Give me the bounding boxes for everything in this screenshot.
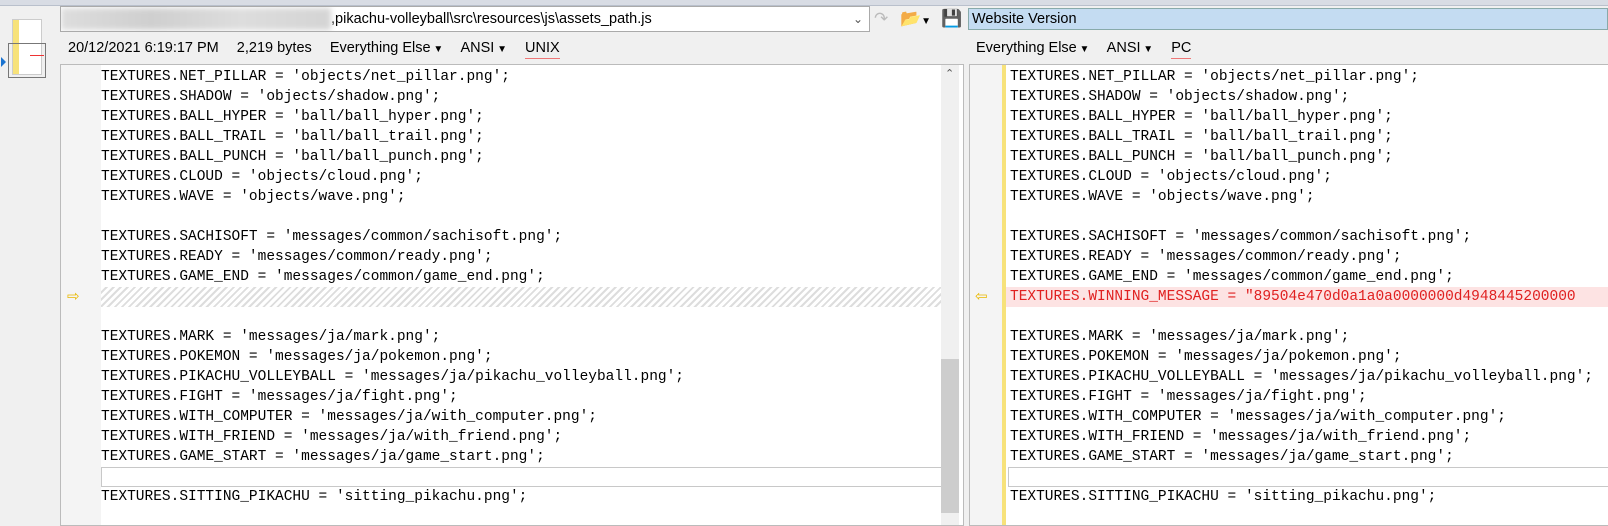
encoding-dropdown[interactable]: ANSI [1107, 40, 1154, 56]
file-size: 2,219 bytes [236, 40, 312, 56]
cursor-line [101, 467, 945, 487]
code-line[interactable]: TEXTURES.SHADOW = 'objects/shadow.png'; [1010, 87, 1349, 107]
code-line[interactable]: TEXTURES.WAVE = 'objects/wave.png'; [101, 187, 406, 207]
code-line[interactable]: TEXTURES.GAME_END = 'messages/common/gam… [101, 267, 545, 287]
encoding-dropdown[interactable]: ANSI [460, 40, 507, 56]
code-line[interactable]: TEXTURES.READY = 'messages/common/ready.… [1010, 247, 1402, 267]
code-line[interactable]: TEXTURES.NET_PILLAR = 'objects/net_pilla… [1010, 67, 1419, 87]
file-date: 20/12/2021 6:19:17 PM [68, 40, 219, 56]
code-line[interactable]: TEXTURES.CLOUD = 'objects/cloud.png'; [101, 167, 423, 187]
code-line[interactable]: TEXTURES.GAME_START = 'messages/ja/game_… [1010, 447, 1454, 467]
code-line[interactable]: TEXTURES.NET_PILLAR = 'objects/net_pilla… [101, 67, 510, 87]
save-icon[interactable]: 💾 [941, 9, 962, 29]
left-path-field[interactable]: ,pikachu-volleyball\src\resources\js\ass… [60, 6, 870, 32]
line-endings[interactable]: PC [1171, 40, 1192, 59]
code-line[interactable]: TEXTURES.POKEMON = 'messages/ja/pokemon.… [101, 347, 493, 367]
code-line[interactable]: TEXTURES.BALL_TRAIL = 'ball/ball_trail.p… [101, 127, 484, 147]
right-info-bar: Everything Else ANSI PC [976, 38, 1205, 60]
left-info-bar: 20/12/2021 6:19:17 PM 2,219 bytes Everyt… [68, 38, 574, 60]
code-line[interactable]: TEXTURES.WINNING_MESSAGE = "89504e470d0a… [1010, 287, 1576, 307]
code-line[interactable]: TEXTURES.SACHISOFT = 'messages/common/sa… [101, 227, 562, 247]
scrollbar-thumb[interactable] [941, 359, 959, 513]
missing-line-placeholder [101, 287, 941, 307]
code-line[interactable]: TEXTURES.FIGHT = 'messages/ja/fight.png'… [1010, 387, 1367, 407]
code-line[interactable]: TEXTURES.SHADOW = 'objects/shadow.png'; [101, 87, 440, 107]
current-position-marker [1, 57, 6, 67]
code-line[interactable]: TEXTURES.WITH_COMPUTER = 'messages/ja/wi… [101, 407, 597, 427]
next-difference-icon[interactable]: ↷ [874, 9, 888, 29]
code-line[interactable]: TEXTURES.WITH_FRIEND = 'messages/ja/with… [1010, 427, 1471, 447]
line-endings[interactable]: UNIX [525, 40, 560, 59]
code-line[interactable]: TEXTURES.PIKACHU_VOLLEYBALL = 'messages/… [101, 367, 684, 387]
format-dropdown[interactable]: Everything Else [976, 40, 1089, 56]
left-editor-pane[interactable]: ⇨ ⌃ TEXTURES.NET_PILLAR = 'objects/net_p… [60, 64, 964, 526]
code-line[interactable]: TEXTURES.POKEMON = 'messages/ja/pokemon.… [1010, 347, 1402, 367]
copy-to-right-arrow-icon[interactable]: ⇨ [67, 287, 80, 307]
code-line[interactable]: TEXTURES.WITH_FRIEND = 'messages/ja/with… [101, 427, 562, 447]
code-line[interactable]: TEXTURES.MARK = 'messages/ja/mark.png'; [101, 327, 440, 347]
code-line[interactable]: TEXTURES.GAME_END = 'messages/common/gam… [1010, 267, 1454, 287]
right-title-field[interactable]: Website Version [968, 8, 1608, 30]
code-line[interactable]: TEXTURES.WITH_COMPUTER = 'messages/ja/wi… [1010, 407, 1506, 427]
scroll-up-icon[interactable]: ⌃ [945, 67, 954, 80]
code-line[interactable]: TEXTURES.SITTING_PIKACHU = 'sitting_pika… [101, 487, 527, 507]
redacted-path [61, 8, 331, 31]
thumbnail-overview[interactable] [8, 16, 46, 78]
code-line[interactable]: TEXTURES.WAVE = 'objects/wave.png'; [1010, 187, 1315, 207]
format-dropdown[interactable]: Everything Else [330, 40, 443, 56]
code-line[interactable]: TEXTURES.SACHISOFT = 'messages/common/sa… [1010, 227, 1471, 247]
code-line[interactable]: TEXTURES.BALL_HYPER = 'ball/ball_hyper.p… [101, 107, 484, 127]
copy-to-left-arrow-icon[interactable]: ⇦ [975, 287, 988, 307]
open-folder-icon[interactable]: 📂▼ [900, 9, 931, 32]
code-line[interactable]: TEXTURES.CLOUD = 'objects/cloud.png'; [1010, 167, 1332, 187]
chevron-down-icon[interactable]: ⌄ [853, 7, 863, 31]
code-line[interactable]: TEXTURES.BALL_TRAIL = 'ball/ball_trail.p… [1010, 127, 1393, 147]
left-path-text: ,pikachu-volleyball\src\resources\js\ass… [331, 11, 652, 27]
code-line[interactable]: TEXTURES.MARK = 'messages/ja/mark.png'; [1010, 327, 1349, 347]
code-line[interactable]: TEXTURES.SITTING_PIKACHU = 'sitting_pika… [1010, 487, 1436, 507]
code-line[interactable]: TEXTURES.BALL_PUNCH = 'ball/ball_punch.p… [1010, 147, 1393, 167]
cursor-line [1008, 467, 1608, 487]
code-line[interactable]: TEXTURES.PIKACHU_VOLLEYBALL = 'messages/… [1010, 367, 1593, 387]
code-line[interactable]: TEXTURES.BALL_HYPER = 'ball/ball_hyper.p… [1010, 107, 1393, 127]
code-line[interactable]: TEXTURES.READY = 'messages/common/ready.… [101, 247, 493, 267]
code-line[interactable]: TEXTURES.FIGHT = 'messages/ja/fight.png'… [101, 387, 458, 407]
code-line[interactable]: TEXTURES.BALL_PUNCH = 'ball/ball_punch.p… [101, 147, 484, 167]
code-line[interactable]: TEXTURES.GAME_START = 'messages/ja/game_… [101, 447, 545, 467]
right-editor-pane[interactable]: ⇦ TEXTURES.NET_PILLAR = 'objects/net_pil… [969, 64, 1608, 526]
left-vertical-scrollbar[interactable]: ⌃ [941, 65, 959, 525]
